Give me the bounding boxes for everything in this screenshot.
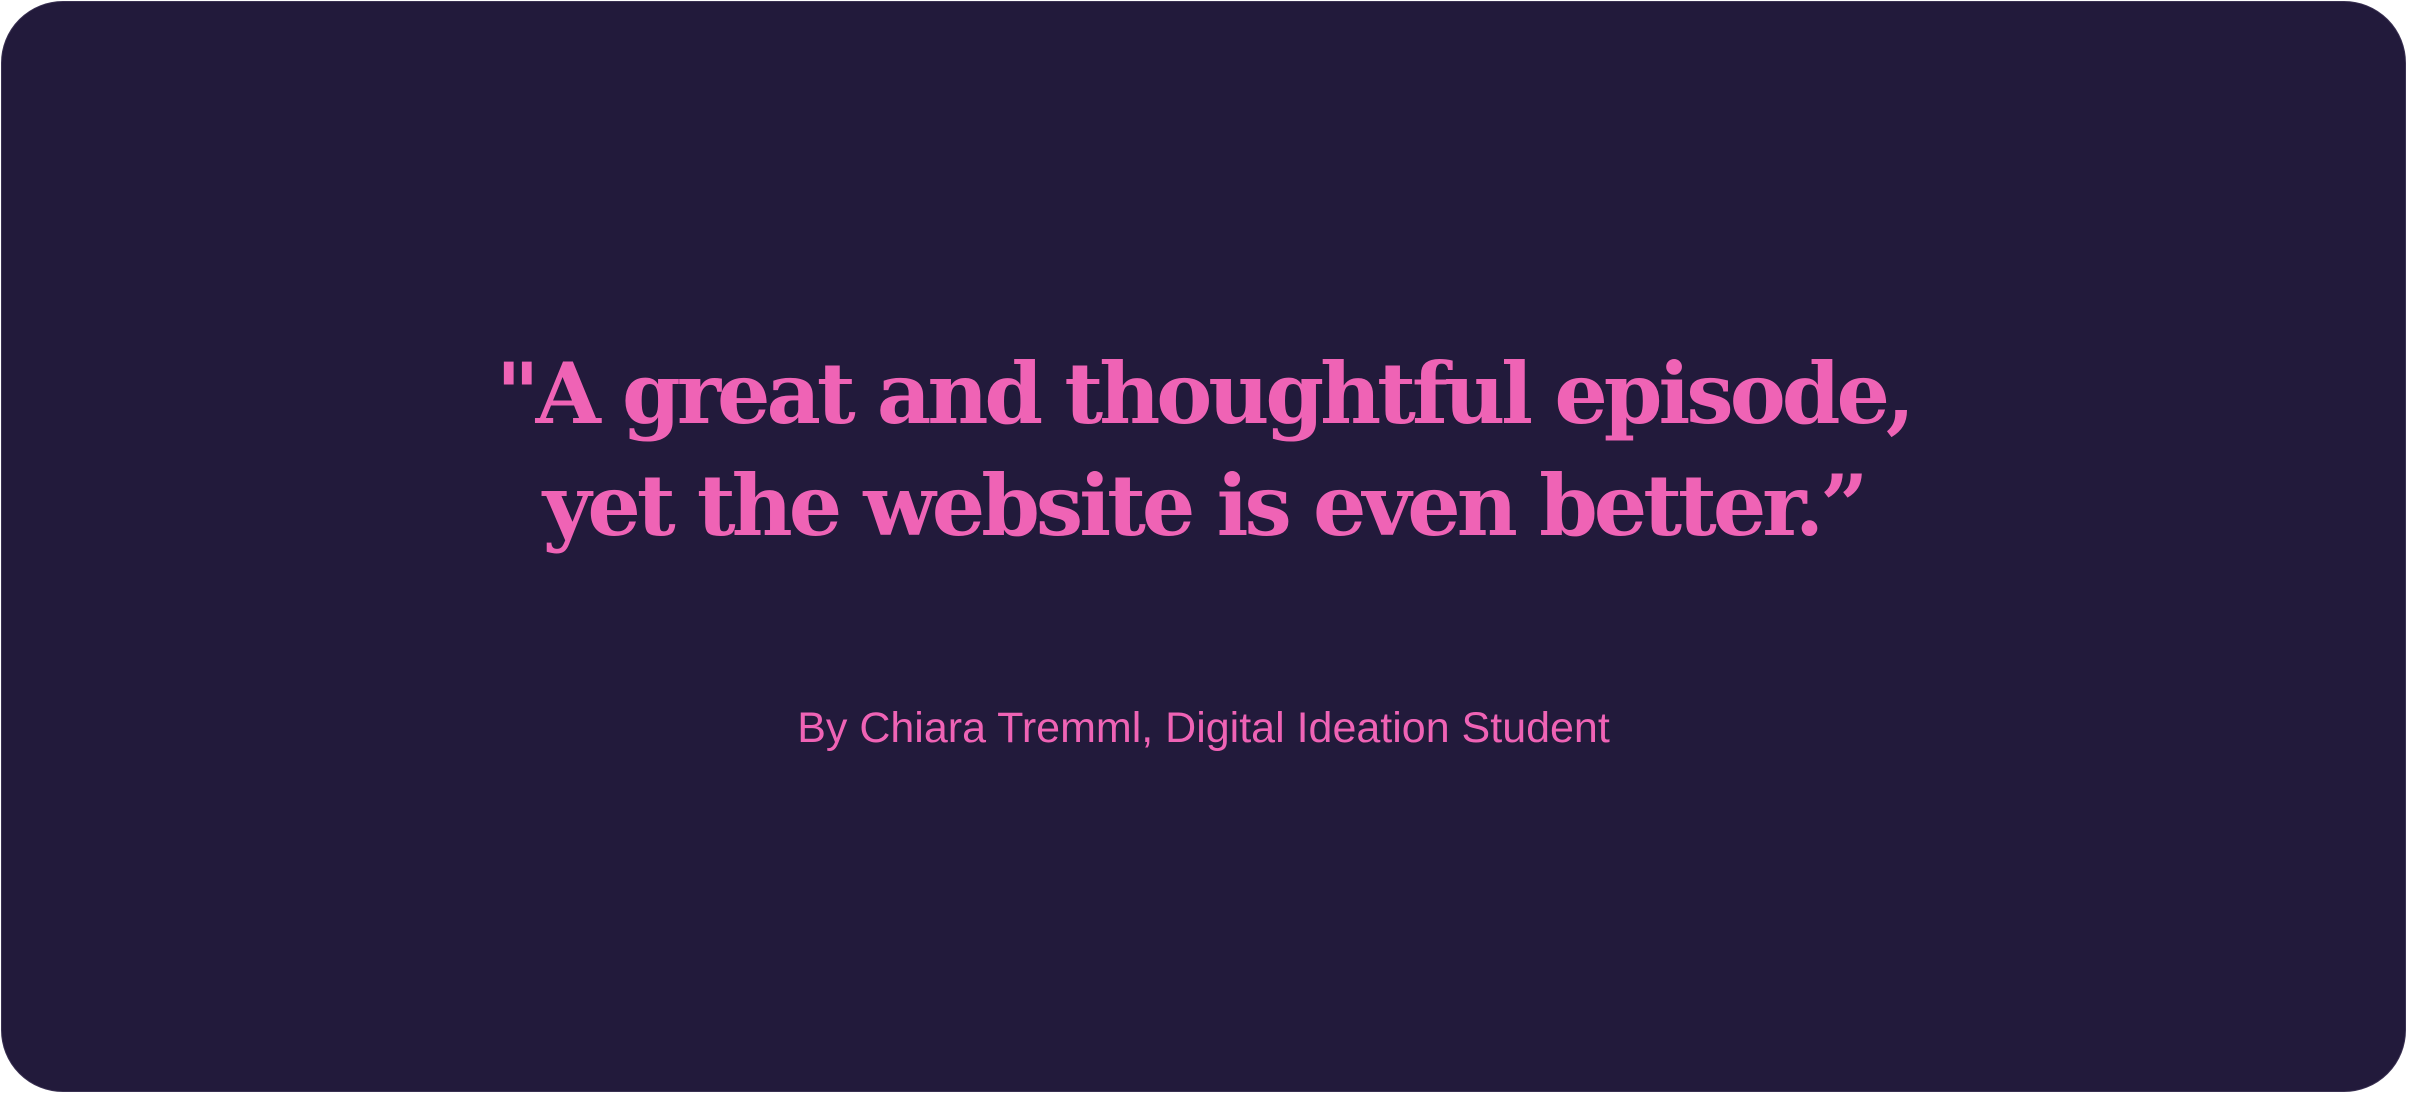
quote-line-1: "A great and thoughtful episode,	[495, 344, 1915, 443]
quote-line-2: yet the website is even better.”	[542, 456, 1869, 555]
testimonial-quote: "A great and thoughtful episode, yet the…	[2, 338, 2405, 562]
testimonial-card: "A great and thoughtful episode, yet the…	[1, 1, 2406, 1092]
testimonial-byline: By Chiara Tremml, Digital Ideation Stude…	[797, 704, 1610, 752]
